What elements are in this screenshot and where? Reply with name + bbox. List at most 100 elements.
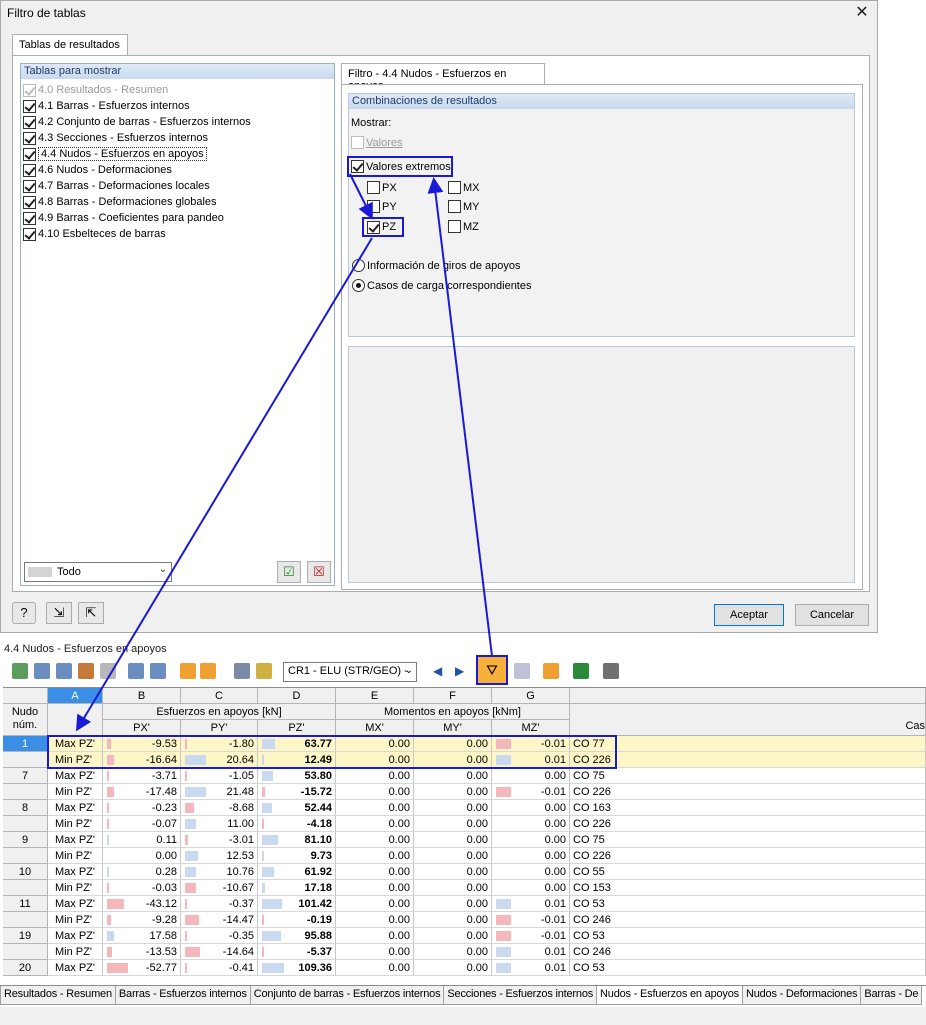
value-bar <box>107 931 114 941</box>
pick-icon[interactable] <box>514 663 530 679</box>
pz-option[interactable]: PZ <box>362 217 404 237</box>
tree-item[interactable]: 4.4 Nudos - Esfuerzos en apoyos <box>23 146 334 162</box>
value-bar <box>262 835 278 845</box>
load-case-cell: CO 226 <box>570 816 926 832</box>
export-icon[interactable]: ⇱ <box>78 602 104 624</box>
chevron-down-icon: ⌄ <box>404 665 413 676</box>
calculator-icon[interactable] <box>603 663 619 679</box>
load-case-cell: CO 77 <box>570 736 926 752</box>
filter-icon[interactable] <box>34 663 50 679</box>
select-all-combo[interactable]: Todo ⌄ <box>24 562 172 582</box>
tree-item-checkbox[interactable] <box>23 211 36 225</box>
bottom-tab[interactable]: Secciones - Esfuerzos internos <box>443 986 598 1005</box>
tree-item-checkbox[interactable] <box>23 99 36 113</box>
uncheck-all-button[interactable]: ☒ <box>307 561 331 583</box>
tree-item[interactable]: 4.8 Barras - Deformaciones globales <box>23 194 334 210</box>
sort-icon[interactable] <box>56 663 72 679</box>
value-cell-pz: 61.92 <box>258 864 336 880</box>
value-cell-mx: 0.00 <box>336 768 414 784</box>
excel-icon[interactable] <box>573 663 589 679</box>
valores-extremos-option[interactable]: Valores extremos <box>347 156 453 177</box>
tree-item[interactable]: 4.2 Conjunto de barras - Esfuerzos inter… <box>23 114 334 130</box>
radio-info-option[interactable]: Información de giros de apoyos <box>352 259 520 272</box>
row-label-cell: Min PZ' <box>48 880 103 896</box>
combination-group: Combinaciones de resultados <box>348 93 855 337</box>
mx-checkbox[interactable] <box>448 181 461 194</box>
radio-casos-option[interactable]: Casos de carga correspondientes <box>352 279 531 292</box>
import-table-icon[interactable] <box>128 663 144 679</box>
tree-item-checkbox[interactable] <box>23 195 36 209</box>
value-cell-mz: 0.01 <box>492 896 570 912</box>
tree-item-checkbox[interactable] <box>23 163 36 177</box>
tree-item[interactable]: 4.6 Nudos - Deformaciones <box>23 162 334 178</box>
tab-filter[interactable]: Filtro - 4.4 Nudos - Esfuerzos en apoyos <box>341 63 545 92</box>
load-case-cell: CO 75 <box>570 832 926 848</box>
valores-extremos-checkbox[interactable] <box>351 160 364 173</box>
check-all-button[interactable]: ☑ <box>277 561 301 583</box>
tree-item-checkbox[interactable] <box>23 147 36 161</box>
value-cell-mz: 0.00 <box>492 832 570 848</box>
my-option[interactable]: MY <box>448 200 480 213</box>
radio-casos[interactable] <box>352 279 365 292</box>
load-case-combo[interactable]: CR1 - ELU (STR/GEO) - ⌄ <box>283 662 417 682</box>
grid-icon[interactable] <box>234 663 250 679</box>
row-label-cell: Max PZ' <box>48 864 103 880</box>
tree-item-checkbox[interactable] <box>23 115 36 129</box>
tree-item[interactable]: 4.7 Barras - Deformaciones locales <box>23 178 334 194</box>
value-bar <box>185 899 187 909</box>
column-letter: G <box>492 688 570 704</box>
print-icon[interactable] <box>100 663 116 679</box>
tree-item-checkbox[interactable] <box>23 179 36 193</box>
tree-item[interactable]: 4.0 Resultados - Resumen <box>23 82 334 98</box>
py-checkbox[interactable] <box>367 200 380 213</box>
highlight-icon[interactable] <box>543 663 559 679</box>
previous-icon[interactable]: ◀ <box>433 664 442 678</box>
bottom-tab[interactable]: Resultados - Resumen <box>0 986 116 1005</box>
bottom-tab[interactable]: Conjunto de barras - Esfuerzos internos <box>249 986 445 1005</box>
table-icon[interactable] <box>12 663 28 679</box>
column-header: PY' <box>181 720 258 736</box>
bottom-tab[interactable]: Barras - De <box>860 986 923 1005</box>
ok-button[interactable]: Aceptar <box>714 604 784 626</box>
tree-item-checkbox[interactable] <box>23 227 36 241</box>
bottom-tab[interactable]: Nudos - Deformaciones <box>741 986 862 1005</box>
row-label-cell: Min PZ' <box>48 912 103 928</box>
help-icon[interactable]: ? <box>12 602 36 624</box>
tree-item[interactable]: 4.1 Barras - Esfuerzos internos <box>23 98 334 114</box>
mz-option[interactable]: MZ <box>448 220 479 233</box>
mz-label: MZ <box>463 220 479 233</box>
column-letter: C <box>181 688 258 704</box>
import-icon[interactable]: ⇲ <box>46 602 72 624</box>
value-cell-mx: 0.00 <box>336 880 414 896</box>
tree-item[interactable]: 4.9 Barras - Coeficientes para pandeo <box>23 210 334 226</box>
value-bar <box>107 803 109 813</box>
value-cell-px: -0.07 <box>103 816 181 832</box>
my-checkbox[interactable] <box>448 200 461 213</box>
node-number-cell <box>3 816 48 832</box>
cancel-button[interactable]: Cancelar <box>795 604 869 626</box>
columns-icon[interactable] <box>78 663 94 679</box>
tree-item-checkbox[interactable] <box>23 131 36 145</box>
px-checkbox[interactable] <box>367 181 380 194</box>
next-icon[interactable]: ▶ <box>455 664 464 678</box>
radio-info[interactable] <box>352 259 365 272</box>
export-table-icon[interactable] <box>150 663 166 679</box>
settings-icon[interactable] <box>256 663 272 679</box>
color-bars-icon[interactable] <box>180 663 196 679</box>
tree-item-checkbox[interactable] <box>23 83 36 97</box>
bottom-tab[interactable]: Barras - Esfuerzos internos <box>114 986 251 1005</box>
close-icon[interactable]: ✕ <box>851 3 873 23</box>
relative-values-icon[interactable] <box>200 663 216 679</box>
value-cell-mz: 0.00 <box>492 848 570 864</box>
tree-item[interactable]: 4.10 Esbelteces de barras <box>23 226 334 242</box>
bottom-tab[interactable]: Nudos - Esfuerzos en apoyos <box>596 986 743 1005</box>
py-option[interactable]: PY <box>367 200 397 213</box>
value-bar <box>262 819 264 829</box>
mx-option[interactable]: MX <box>448 181 480 194</box>
tab-result-tables[interactable]: Tablas de resultados <box>12 34 128 56</box>
px-option[interactable]: PX <box>367 181 397 194</box>
mz-checkbox[interactable] <box>448 220 461 233</box>
table-filter-icon[interactable]: ⛛ <box>476 655 508 685</box>
tree-item[interactable]: 4.3 Secciones - Esfuerzos internos <box>23 130 334 146</box>
pz-checkbox[interactable] <box>367 220 380 234</box>
